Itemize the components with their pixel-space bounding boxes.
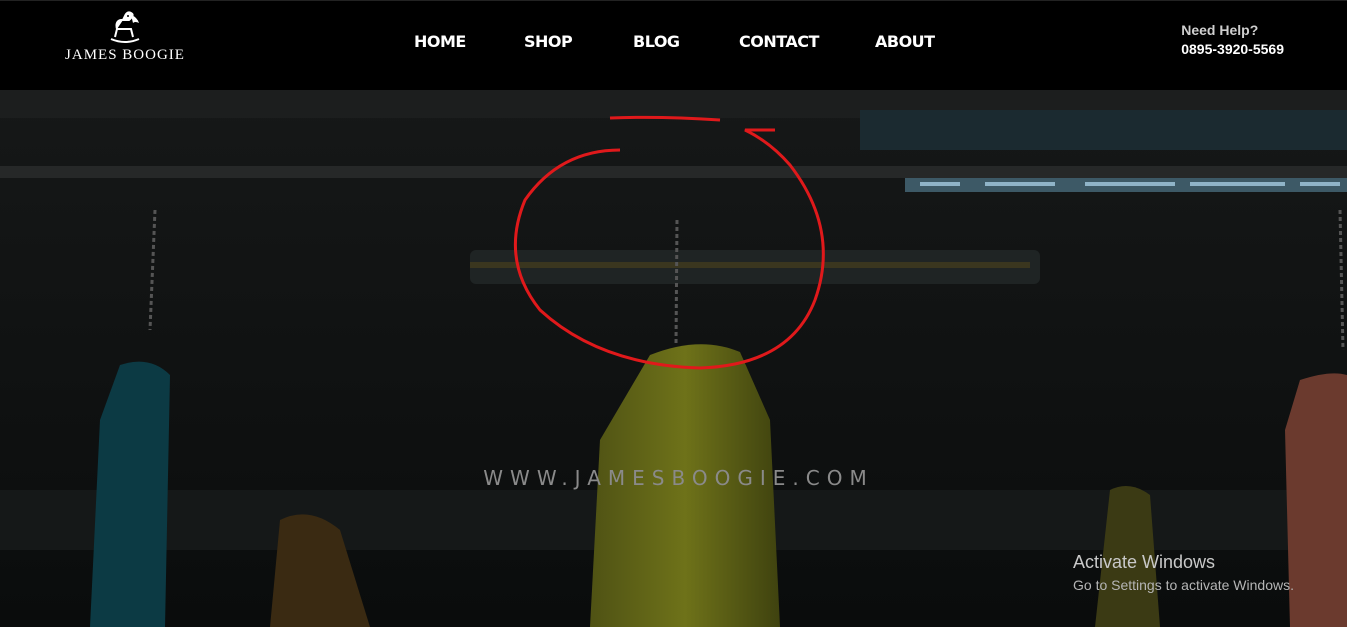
hero-watermark-url: WWW.JAMESBOOGIE.COM	[483, 466, 874, 490]
hero-background-image	[0, 90, 1347, 627]
nav-shop[interactable]: SHOP	[524, 32, 573, 51]
site-header: JAMES BOOGIE HOME SHOP BLOG CONTACT ABOU…	[0, 0, 1347, 90]
help-phone[interactable]: 0895-3920-5569	[1181, 41, 1284, 57]
hero-banner: WWW.JAMESBOOGIE.COM	[0, 90, 1347, 627]
nav-contact[interactable]: CONTACT	[739, 32, 819, 51]
help-contact: Need Help? 0895-3920-5569	[1181, 22, 1284, 57]
activation-subtitle: Go to Settings to activate Windows.	[1073, 577, 1294, 593]
nav-about[interactable]: ABOUT	[875, 32, 935, 51]
activation-title: Activate Windows	[1073, 552, 1216, 572]
nav-blog[interactable]: BLOG	[633, 32, 680, 51]
windows-activation-notice: Activate Windows Go to Settings to activ…	[1073, 552, 1294, 593]
main-nav: HOME SHOP BLOG CONTACT ABOUT	[0, 32, 1347, 52]
help-label: Need Help?	[1181, 22, 1259, 38]
nav-home[interactable]: HOME	[414, 32, 466, 51]
